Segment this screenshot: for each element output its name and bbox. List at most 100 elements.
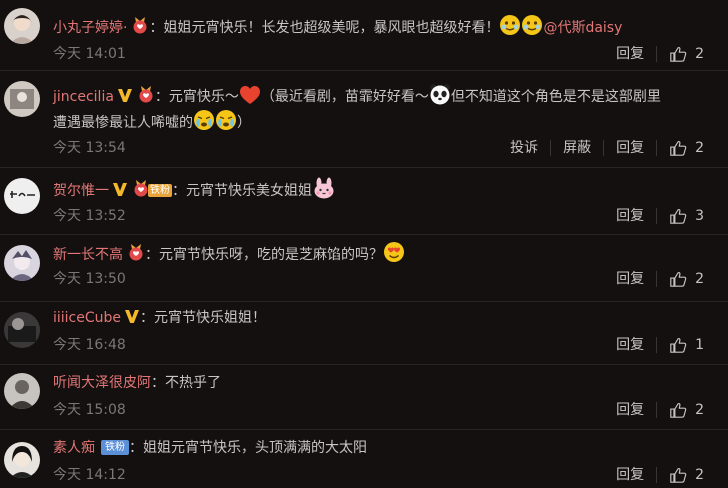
username-link[interactable]: iiiiceCube <box>53 310 121 326</box>
fan-medal-icon <box>127 243 145 269</box>
like-count: 3 <box>695 208 704 224</box>
comment-text: ：元宵节快乐姐姐！ <box>140 310 267 326</box>
comment-actions: 投诉 屏蔽 回复 2 <box>510 138 704 158</box>
like-button[interactable]: 2 <box>669 44 704 64</box>
divider <box>656 208 658 224</box>
comment-time: 今天 13:54 <box>53 140 126 156</box>
divider <box>656 467 658 483</box>
comment-list: 小丸子婷婷· ：姐姐元宵快乐！长发也超级美呢，暴风眼也超级好看！ @代斯daisy … <box>0 0 728 488</box>
comment-actions: 回复 2 <box>616 465 704 485</box>
divider <box>656 271 658 287</box>
fan-medal-icon <box>131 16 149 42</box>
comment-text: （最近看剧，苗霏好好看～ <box>260 89 429 105</box>
comment-content: iiiiceCube ：元宵节快乐姐姐！ <box>53 306 708 332</box>
like-button[interactable]: 2 <box>669 138 704 158</box>
crying-emoji-icon <box>193 109 215 139</box>
fan-medal-icon <box>137 85 155 111</box>
comment-content: 贺尔惟一 铁粉 ：元宵节快乐美女姐姐 <box>53 177 708 207</box>
like-button[interactable]: 2 <box>669 269 704 289</box>
reply-button[interactable]: 回复 <box>616 400 644 420</box>
reply-button[interactable]: 回复 <box>616 138 644 158</box>
block-button[interactable]: 屏蔽 <box>563 138 591 158</box>
comment-actions: 回复 2 <box>616 400 704 420</box>
verified-v-icon <box>117 87 133 111</box>
panda-emoji-icon <box>429 83 451 113</box>
comment-item: 小丸子婷婷· ：姐姐元宵快乐！长发也超级美呢，暴风眼也超级好看！ @代斯daisy … <box>0 0 728 71</box>
comment-actions: 回复 3 <box>616 206 704 226</box>
divider <box>656 337 658 353</box>
comment-time: 今天 14:01 <box>53 46 126 62</box>
comment-actions: 回复 2 <box>616 269 704 289</box>
reply-button[interactable]: 回复 <box>616 269 644 289</box>
like-button[interactable]: 2 <box>669 465 704 485</box>
comment-actions: 回复 2 <box>616 44 704 64</box>
comment-item: 贺尔惟一 铁粉 ：元宵节快乐美女姐姐 今天 13:52 回复 3 <box>0 168 728 235</box>
report-button[interactable]: 投诉 <box>510 138 538 158</box>
reply-button[interactable]: 回复 <box>616 335 644 355</box>
comment-text: 遭遇最惨最让人唏嘘的 <box>53 115 193 131</box>
like-count: 2 <box>695 271 704 287</box>
like-count: 1 <box>695 337 704 353</box>
comment-time: 今天 13:52 <box>53 208 126 224</box>
comment-time: 今天 15:08 <box>53 402 126 418</box>
comment-item: jincecilia ：元宵快乐～ （最近看剧，苗霏好好看～ 但不知道这个角色是不是这… <box>0 71 728 168</box>
comment-content: 小丸子婷婷· ：姐姐元宵快乐！长发也超级美呢，暴风眼也超级好看！ @代斯daisy <box>53 14 708 44</box>
divider <box>656 402 658 418</box>
comment-time: 今天 13:50 <box>53 271 126 287</box>
divider <box>656 46 658 62</box>
comment-content: 新一长不高 ：元宵节快乐呀，吃的是芝麻馅的吗？ <box>53 241 708 271</box>
like-button[interactable]: 2 <box>669 400 704 420</box>
username-link[interactable]: 贺尔惟一 <box>53 183 109 199</box>
username-link[interactable]: 小丸子婷婷· <box>53 20 127 36</box>
like-count: 2 <box>695 467 704 483</box>
mention-link[interactable]: @代斯daisy <box>543 20 622 36</box>
comment-text: ：不热乎了 <box>151 375 221 391</box>
like-count: 2 <box>695 46 704 62</box>
divider <box>603 140 605 156</box>
comment-text: ：元宵快乐～ <box>154 89 239 105</box>
username-link[interactable]: 素人痴 <box>53 440 95 456</box>
like-button[interactable]: 1 <box>669 335 704 355</box>
thumbs-up-icon <box>669 139 687 157</box>
thumbs-up-icon <box>669 336 687 354</box>
like-button[interactable]: 3 <box>669 206 704 226</box>
thumbs-up-icon <box>669 45 687 63</box>
comment-time: 今天 16:48 <box>53 337 126 353</box>
username-link[interactable]: 新一长不高 <box>53 247 123 263</box>
avatar[interactable] <box>4 245 40 281</box>
fan-tag-badge: 铁粉 <box>148 184 172 197</box>
avatar[interactable] <box>4 81 40 117</box>
crying-face-emoji-icon <box>499 14 521 44</box>
thumbs-up-icon <box>669 466 687 484</box>
username-link[interactable]: 听闻大泽很皮阿 <box>53 375 151 391</box>
avatar[interactable] <box>4 178 40 214</box>
thumbs-up-icon <box>669 401 687 419</box>
avatar[interactable] <box>4 442 40 478</box>
comment-item: 听闻大泽很皮阿：不热乎了 今天 15:08 回复 2 <box>0 365 728 430</box>
comment-item: iiiiceCube ：元宵节快乐姐姐！ 今天 16:48 回复 1 <box>0 302 728 365</box>
reply-button[interactable]: 回复 <box>616 44 644 64</box>
thumbs-up-icon <box>669 270 687 288</box>
comment-item: 素人痴 铁粉 ：姐姐元宵节快乐，头顶满满的大太阳 今天 14:12 回复 2 <box>0 430 728 488</box>
comment-text: ：元宵节快乐呀，吃的是芝麻馅的吗？ <box>145 247 383 263</box>
reply-button[interactable]: 回复 <box>616 465 644 485</box>
verified-v-icon <box>112 181 128 205</box>
avatar[interactable] <box>4 8 40 44</box>
crying-face-emoji-icon <box>521 14 543 44</box>
comment-content: 听闻大泽很皮阿：不热乎了 <box>53 371 708 395</box>
divider <box>656 140 658 156</box>
username-link[interactable]: jincecilia <box>53 89 114 105</box>
comment-content: 素人痴 铁粉 ：姐姐元宵节快乐，头顶满满的大太阳 <box>53 436 708 460</box>
comment-content-line-2: 遭遇最惨最让人唏嘘的 ） <box>53 109 251 139</box>
comment-text: ） <box>237 115 251 131</box>
divider <box>550 140 552 156</box>
avatar[interactable] <box>4 373 40 409</box>
like-count: 2 <box>695 402 704 418</box>
crying-emoji-icon <box>215 109 237 139</box>
avatar[interactable] <box>4 312 40 348</box>
reply-button[interactable]: 回复 <box>616 206 644 226</box>
comment-text: ：姐姐元宵节快乐，头顶满满的大太阳 <box>129 440 367 456</box>
comment-text: ：元宵节快乐美女姐姐 <box>172 183 312 199</box>
heart-eyes-emoji-icon <box>383 241 405 271</box>
fan-tag-badge: 铁粉 <box>101 440 129 455</box>
